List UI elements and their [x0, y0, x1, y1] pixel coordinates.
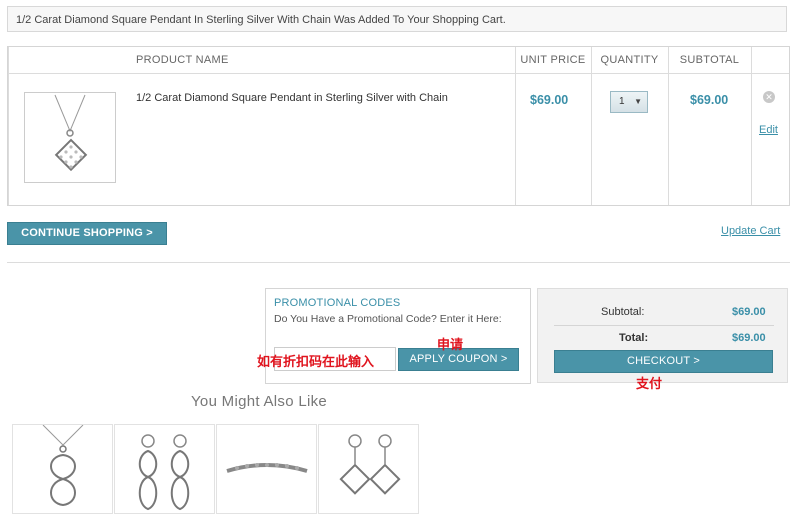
square-earrings-image	[339, 434, 401, 495]
update-cart-link[interactable]: Update Cart	[721, 225, 780, 237]
recommended-product-4[interactable]	[318, 424, 419, 514]
recommended-product-3[interactable]	[216, 424, 317, 514]
pendant-image	[54, 94, 88, 172]
quantity-select[interactable]: 1 ▼	[610, 91, 648, 113]
recommended-product-1[interactable]	[12, 424, 113, 514]
summary-divider	[554, 325, 774, 326]
infinity-pendant-image	[42, 424, 84, 507]
recommendations-title: You Might Also Like	[191, 393, 328, 410]
remove-item-icon[interactable]: ✕	[763, 91, 775, 103]
unit-price: $69.00	[530, 93, 569, 107]
recommended-product-2[interactable]	[114, 424, 215, 514]
subtotal-value: $69.00	[732, 306, 766, 318]
quantity-value: 1	[619, 96, 625, 107]
notice-text: 1/2 Carat Diamond Square Pendant In Ster…	[16, 14, 506, 26]
header-quantity: QUANTITY	[600, 54, 659, 66]
promo-question: Do You Have a Promotional Code? Enter it…	[274, 313, 502, 325]
edit-link[interactable]: Edit	[759, 124, 778, 136]
cart-added-notice: 1/2 Carat Diamond Square Pendant In Ster…	[7, 6, 787, 32]
bracelet-image	[226, 463, 308, 473]
subtotal-label: Subtotal:	[601, 306, 645, 318]
checkout-annotation: 支付	[636, 376, 663, 391]
total-label: Total:	[619, 332, 649, 344]
total-value: $69.00	[732, 332, 766, 344]
checkout-button[interactable]: CHECKOUT >	[554, 350, 773, 373]
promo-title: PROMOTIONAL CODES	[274, 297, 401, 309]
product-name-link[interactable]: 1/2 Carat Diamond Square Pendant in Ster…	[136, 92, 448, 104]
item-subtotal: $69.00	[690, 93, 729, 107]
header-product-name: PRODUCT NAME	[136, 54, 229, 66]
header-unit-price: UNIT PRICE	[520, 54, 586, 66]
cart-table: PRODUCT NAME UNIT PRICE QUANTITY SUBTOTA…	[7, 46, 790, 206]
coupon-hint-annotation: 如有折扣码在此输入	[257, 354, 375, 369]
infinity-earrings-image	[138, 434, 190, 511]
header-subtotal: SUBTOTAL	[679, 54, 740, 66]
product-thumbnail[interactable]	[24, 92, 116, 183]
order-summary: Subtotal: $69.00 Total: $69.00 CHECKOUT …	[537, 288, 788, 383]
chevron-down-icon: ▼	[634, 97, 642, 106]
section-divider	[7, 262, 790, 263]
continue-shopping-button[interactable]: CONTINUE SHOPPING >	[7, 222, 167, 245]
apply-annotation: 申请	[437, 337, 464, 352]
